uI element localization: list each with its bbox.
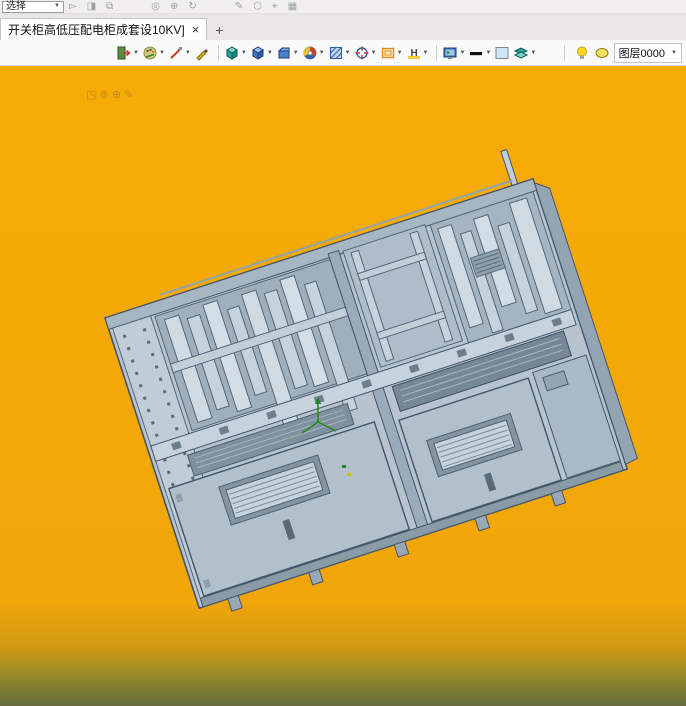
- palette-icon: [143, 46, 157, 59]
- dropdown-arrow[interactable]: ▼: [485, 50, 491, 56]
- clone-icon[interactable]: ⧉: [106, 1, 113, 13]
- stamp-icon[interactable]: ◨: [87, 1, 96, 13]
- origin-target-icon: [355, 46, 369, 59]
- pen-icon: [196, 48, 208, 61]
- hatch-pattern-button[interactable]: ▼: [328, 45, 351, 61]
- faint-canvas-icons: ◳ ⊛ ⊕ ✎: [86, 89, 133, 101]
- fitting-mark-green: [342, 465, 346, 468]
- color-wheel-icon: [303, 46, 317, 59]
- layer-stack-button[interactable]: ▼: [513, 45, 536, 61]
- chevron-down-icon: ▼: [671, 49, 677, 56]
- select-mode-label: 选择: [6, 1, 26, 12]
- solid-cube-button[interactable]: ▼: [224, 45, 247, 61]
- origin-target-button[interactable]: ▼: [354, 45, 377, 61]
- layer-stack-icon: [514, 46, 529, 59]
- pen-button[interactable]: [194, 45, 210, 61]
- document-tab-bar: 开关柜高低压配电柜成套设10KV] × +: [0, 14, 686, 40]
- dimension-button[interactable]: H ▼: [406, 45, 429, 61]
- dropdown-arrow[interactable]: ▼: [423, 50, 429, 56]
- color-swatch-button[interactable]: [494, 45, 510, 61]
- line-width-button[interactable]: ▼: [468, 45, 491, 61]
- assembly-cube-icon: [251, 45, 264, 60]
- dropdown-arrow[interactable]: ▼: [397, 50, 403, 56]
- hatch-pattern-icon: [329, 46, 342, 59]
- close-icon[interactable]: ×: [192, 23, 200, 36]
- cursor-icon[interactable]: ▻: [69, 1, 77, 13]
- part-box-icon: [277, 47, 290, 58]
- top-strip-icons: ▻ ◨ ⧉ ◎ ⊕ ↻ ✎ ⬡ ⌖ ▦: [64, 1, 302, 13]
- ellipse-tool-icon[interactable]: [594, 45, 610, 61]
- zoom-icon[interactable]: ⊕: [170, 1, 178, 13]
- grid-icon[interactable]: ▦: [288, 1, 297, 13]
- cabinet-model[interactable]: [94, 141, 644, 621]
- current-layer-name: 图层0000: [618, 47, 666, 60]
- render-view-icon: [443, 47, 457, 59]
- assembly-cube-button[interactable]: ▼: [250, 45, 273, 61]
- select-mode-combobox[interactable]: 选择 ▼: [2, 0, 64, 13]
- current-layer-selector[interactable]: 图层0000 ▼: [613, 42, 682, 63]
- dimension-icon: H: [407, 48, 420, 59]
- line-width-icon: [470, 51, 483, 55]
- toolbar-separator: [563, 44, 565, 61]
- import-export-icon: [117, 46, 131, 59]
- toolbar-separator: [436, 44, 438, 61]
- import-export-button[interactable]: ▼: [116, 45, 139, 61]
- dropdown-arrow[interactable]: ▼: [133, 50, 139, 56]
- active-document-tab[interactable]: 开关柜高低压配电柜成套设10KV] ×: [0, 18, 208, 40]
- brush-button[interactable]: ▼: [168, 45, 191, 61]
- dropdown-arrow[interactable]: ▼: [185, 50, 191, 56]
- sketch-icon[interactable]: ✎: [235, 1, 243, 13]
- dropdown-arrow[interactable]: ▼: [530, 50, 536, 56]
- fitting-mark-yellow: [347, 473, 351, 476]
- render-view-button[interactable]: ▼: [442, 45, 465, 61]
- dropdown-arrow[interactable]: ▼: [159, 50, 165, 56]
- dropdown-arrow[interactable]: ▼: [459, 50, 465, 56]
- dropdown-arrow[interactable]: ▼: [319, 50, 325, 56]
- dropdown-arrow[interactable]: ▼: [371, 50, 377, 56]
- dropdown-arrow[interactable]: ▼: [241, 50, 247, 56]
- viewport-frame-button[interactable]: ▼: [380, 45, 403, 61]
- chevron-down-icon: ▼: [54, 3, 60, 9]
- part-box-button[interactable]: ▼: [276, 45, 299, 61]
- solid-cube-icon: [225, 45, 238, 60]
- brush-icon: [170, 46, 182, 59]
- scene-svg: ◳ ⊛ ⊕ ✎: [86, 89, 644, 621]
- color-swatch-icon: [495, 46, 509, 59]
- main-toolbar: ▼ ▼ ▼ ▼ ▼ ▼ ▼ ▼ ▼ ▼ H ▼ ▼ ▼ ▼ 图层0000 ▼: [0, 40, 686, 66]
- viewport-frame-icon: [381, 47, 394, 58]
- layer-controls: 图层0000 ▼: [559, 42, 682, 63]
- orbit-icon[interactable]: ◎: [151, 1, 160, 13]
- dropdown-arrow[interactable]: ▼: [293, 50, 299, 56]
- top-strip-toolbar: 选择 ▼ ▻ ◨ ⧉ ◎ ⊕ ↻ ✎ ⬡ ⌖ ▦: [0, 0, 686, 14]
- model-viewport[interactable]: ◳ ⊛ ⊕ ✎: [0, 66, 686, 706]
- dropdown-arrow[interactable]: ▼: [267, 50, 273, 56]
- axis-icon[interactable]: ⌖: [272, 1, 278, 13]
- polygon-icon[interactable]: ⬡: [253, 1, 262, 13]
- svg-text:H: H: [410, 48, 417, 59]
- layer-visibility-bulb-icon[interactable]: [574, 45, 590, 61]
- toolbar-separator: [217, 44, 219, 61]
- tab-title: 开关柜高低压配电柜成套设10KV]: [8, 23, 185, 37]
- color-wheel-button[interactable]: ▼: [302, 45, 325, 61]
- new-tab-button[interactable]: +: [207, 22, 231, 40]
- palette-button[interactable]: ▼: [142, 45, 165, 61]
- dropdown-arrow[interactable]: ▼: [345, 50, 351, 56]
- rotate-icon[interactable]: ↻: [188, 1, 196, 13]
